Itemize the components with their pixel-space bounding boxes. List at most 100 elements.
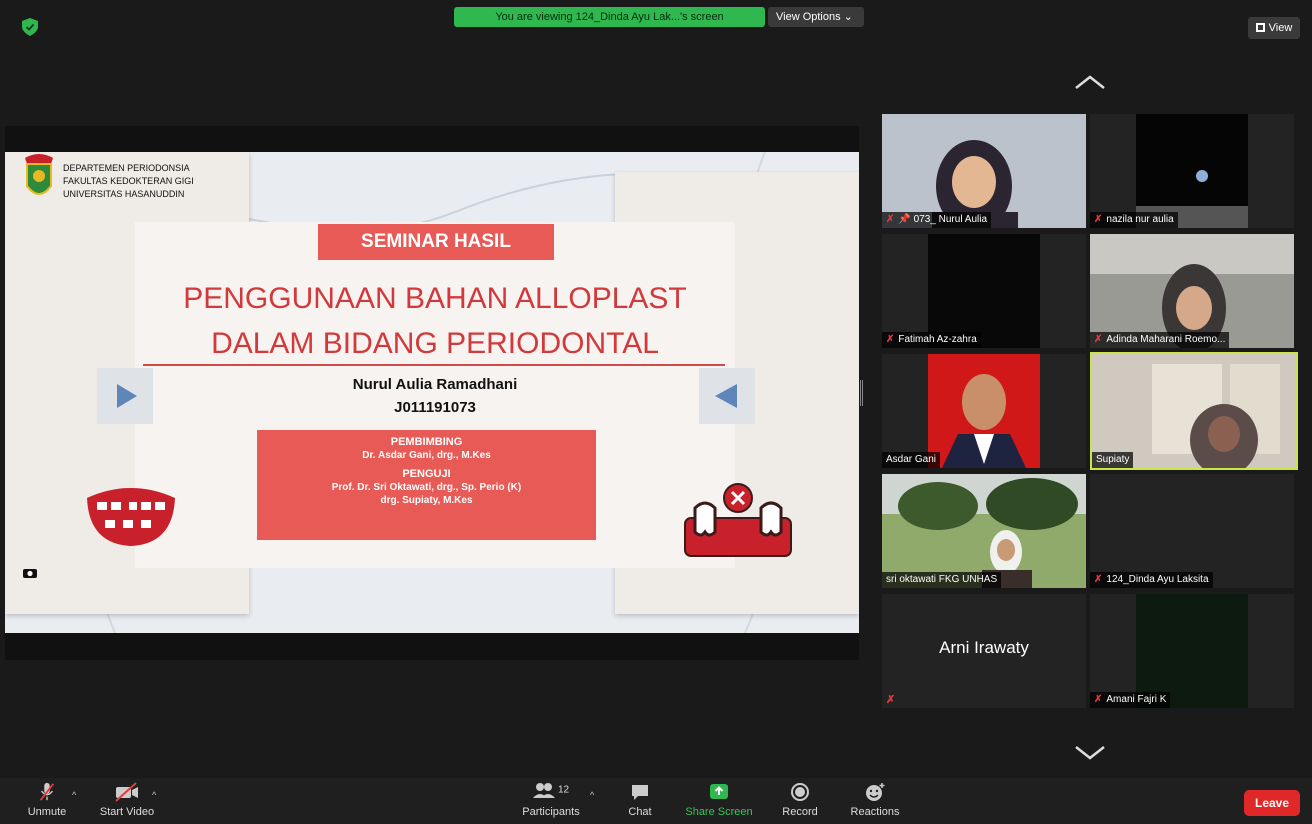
unmute-button[interactable]: Unmute — [24, 782, 70, 818]
participant-name-tag: Asdar Gani — [882, 452, 941, 468]
video-options-caret-icon[interactable]: ^ — [152, 790, 156, 800]
camera-icon — [23, 569, 37, 578]
missing-tooth-icon — [684, 483, 792, 557]
start-video-label: Start Video — [99, 806, 155, 818]
share-screen-icon — [710, 784, 728, 799]
participant-video-feed — [882, 474, 1086, 588]
muted-mic-icon: ✗ — [1094, 694, 1103, 705]
participants-button[interactable]: 12 Participants — [516, 782, 586, 818]
chat-label: Chat — [628, 806, 652, 818]
participants-label: Participants — [522, 806, 580, 818]
university-logo — [25, 154, 53, 195]
share-screen-button[interactable]: Share Screen — [682, 782, 756, 818]
security-shield-icon[interactable] — [22, 18, 38, 36]
participant-tile[interactable]: Arni Irawaty ✗ — [882, 594, 1086, 708]
participant-name-tag: sri oktawati FKG UNHAS — [882, 572, 1002, 588]
view-button-label: View — [1268, 22, 1293, 34]
participant-tile[interactable]: ✗ 📌 073_ Nurul Aulia — [882, 114, 1086, 228]
meeting-toolbar: Unmute ^ Start Video ^ 12 Participants ^ — [0, 778, 1312, 824]
participant-tile-active-speaker[interactable]: Supiaty — [1090, 352, 1298, 470]
muted-mic-icon: ✗ — [886, 334, 895, 345]
muted-microphone-icon — [39, 782, 55, 801]
leave-button[interactable]: Leave — [1244, 790, 1300, 816]
gallery-previous-chevron-icon[interactable] — [1074, 74, 1106, 90]
start-video-button[interactable]: Start Video — [96, 782, 158, 818]
author-name: Nurul Aulia Ramadhani — [352, 376, 518, 393]
student-id: J011191073 — [394, 399, 476, 416]
participant-video-feed — [882, 114, 1086, 228]
participant-name: nazila nur aulia — [1106, 214, 1174, 225]
participant-tile[interactable]: ✗ Adinda Maharani Roemo... — [1090, 234, 1294, 348]
participant-name: Supiaty — [1096, 454, 1130, 465]
slide-arrow-right-icon — [97, 368, 153, 424]
pembimbing-heading: PEMBIMBING — [390, 436, 463, 448]
participant-name: Adinda Maharani Roemo... — [1106, 334, 1226, 345]
view-options-button[interactable]: View Options ⌄ — [768, 7, 864, 27]
participant-name: Amani Fajri K — [1106, 694, 1167, 705]
penguji-name: Prof. Dr. Sri Oktawati, drg., Sp. Perio … — [331, 482, 522, 493]
muted-mic-icon: ✗ — [886, 214, 895, 225]
participant-name: Fatimah Az-zahra — [898, 334, 977, 345]
participants-group: 12 — [516, 782, 586, 802]
reactions-label: Reactions — [850, 806, 900, 818]
penguji-heading: PENGUJI — [402, 468, 451, 480]
participant-tile[interactable]: ✗ nazila nur aulia — [1090, 114, 1294, 228]
view-button[interactable]: View — [1248, 17, 1300, 39]
participant-name-tag: ✗ 124_Dinda Ayu Laksita — [1090, 572, 1213, 588]
participant-tile[interactable]: ✗ Amani Fajri K — [1090, 594, 1294, 708]
slide-title-line1: PENGGUNAAN BAHAN ALLOPLAST — [183, 282, 687, 315]
view-grid-icon — [1255, 23, 1265, 32]
participant-tile[interactable]: ✗ Fatimah Az-zahra — [882, 234, 1086, 348]
shared-screen[interactable]: DEPARTEMEN PERIODONSIA FAKULTAS KEDOKTER… — [5, 126, 859, 660]
gallery-next-chevron-icon[interactable] — [1074, 745, 1106, 761]
seminar-label: SEMINAR HASIL — [318, 224, 554, 260]
participant-name-tag: ✗ Amani Fajri K — [1090, 692, 1171, 708]
penguji-name: drg. Supiaty, M.Kes — [380, 495, 473, 506]
participant-name: 073_ Nurul Aulia — [913, 214, 988, 225]
presentation-slide: DEPARTEMEN PERIODONSIA FAKULTAS KEDOKTER… — [5, 152, 859, 633]
participants-options-caret-icon[interactable]: ^ — [590, 790, 594, 800]
institution-line: DEPARTEMEN PERIODONSIA — [63, 163, 190, 173]
participants-icon — [532, 783, 555, 798]
record-icon — [791, 783, 809, 801]
share-screen-label: Share Screen — [685, 806, 753, 818]
audio-options-caret-icon[interactable]: ^ — [72, 790, 76, 800]
record-button[interactable]: Record — [778, 782, 822, 818]
participant-name-tag: ✗ Fatimah Az-zahra — [882, 332, 981, 348]
institution-line: FAKULTAS KEDOKTERAN GIGI — [63, 176, 194, 186]
muted-mic-icon: ✗ — [1094, 214, 1103, 225]
participant-name-tag: ✗ 📌 073_ Nurul Aulia — [882, 212, 992, 228]
participant-name: sri oktawati FKG UNHAS — [886, 574, 998, 585]
split-view-handle[interactable] — [860, 380, 863, 406]
mouth-missing-teeth-icon — [87, 488, 175, 546]
participant-video-feed — [1090, 114, 1294, 228]
participant-tile[interactable]: ✗ 124_Dinda Ayu Laksita — [1090, 474, 1294, 588]
slide-arrow-left-icon — [699, 368, 755, 424]
chat-button[interactable]: Chat — [624, 782, 656, 818]
participant-name-tag: Supiaty — [1092, 452, 1134, 468]
title-divider — [143, 364, 725, 366]
participants-count: 12 — [557, 784, 570, 796]
participant-video-feed — [1092, 354, 1296, 468]
pembimbing-name: Dr. Asdar Gani, drg., M.Kes — [362, 450, 491, 461]
viewing-screen-banner: You are viewing 124_Dinda Ayu Lak...'s s… — [454, 7, 765, 27]
institution-line: UNIVERSITAS HASANUDDIN — [63, 189, 185, 199]
video-off-icon — [115, 782, 138, 802]
slide-title-line2: DALAM BIDANG PERIODONTAL — [211, 327, 659, 360]
record-label: Record — [782, 806, 818, 818]
participant-video-feed — [882, 234, 1086, 348]
participant-video-feed — [882, 354, 1086, 468]
participant-tile[interactable]: Asdar Gani — [882, 354, 1086, 468]
participant-name-display: Arni Irawaty — [939, 638, 1029, 657]
reactions-button[interactable]: Reactions — [846, 782, 904, 818]
committee-box: PEMBIMBING Dr. Asdar Gani, drg., M.Kes P… — [257, 430, 596, 540]
participant-tile[interactable]: sri oktawati FKG UNHAS — [882, 474, 1086, 588]
muted-mic-icon: ✗ — [1094, 574, 1103, 585]
unmute-label: Unmute — [27, 806, 67, 818]
participant-video-feed — [1090, 234, 1294, 348]
institution-text: DEPARTEMEN PERIODONSIA FAKULTAS KEDOKTER… — [63, 162, 194, 201]
participant-video-feed — [1090, 594, 1294, 708]
pinned-icon: 📌 — [898, 214, 914, 225]
reactions-smiley-icon — [866, 783, 885, 801]
zoom-meeting-window: You are viewing 124_Dinda Ayu Lak...'s s… — [0, 0, 1312, 824]
